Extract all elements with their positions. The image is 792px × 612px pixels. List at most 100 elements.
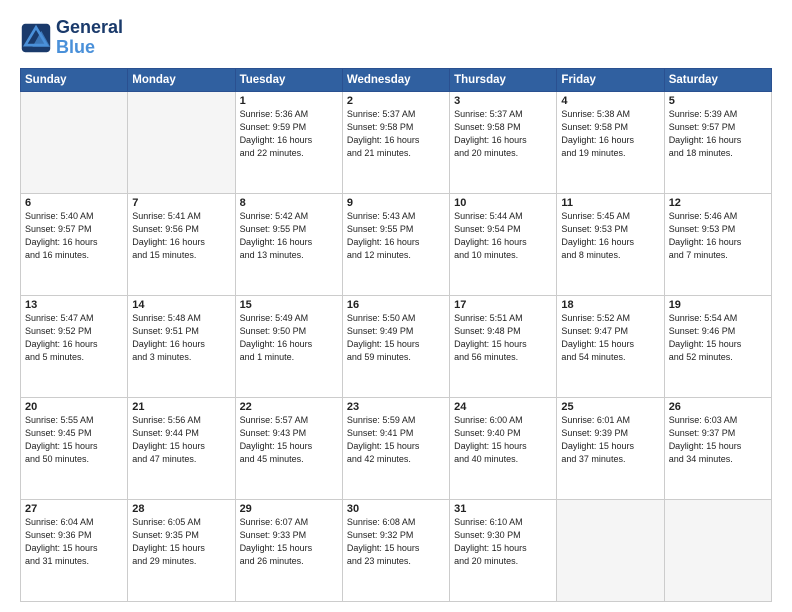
calendar-cell: 1Sunrise: 5:36 AM Sunset: 9:59 PM Daylig… (235, 91, 342, 193)
day-number: 11 (561, 197, 659, 209)
day-number: 12 (669, 197, 767, 209)
weekday-header: Monday (128, 68, 235, 91)
calendar-cell: 20Sunrise: 5:55 AM Sunset: 9:45 PM Dayli… (21, 397, 128, 499)
weekday-header: Wednesday (342, 68, 449, 91)
day-info: Sunrise: 5:38 AM Sunset: 9:58 PM Dayligh… (561, 108, 659, 160)
calendar-cell (664, 499, 771, 601)
calendar-cell: 31Sunrise: 6:10 AM Sunset: 9:30 PM Dayli… (450, 499, 557, 601)
calendar-cell: 4Sunrise: 5:38 AM Sunset: 9:58 PM Daylig… (557, 91, 664, 193)
calendar-week-row: 27Sunrise: 6:04 AM Sunset: 9:36 PM Dayli… (21, 499, 772, 601)
day-number: 9 (347, 197, 445, 209)
day-info: Sunrise: 5:45 AM Sunset: 9:53 PM Dayligh… (561, 210, 659, 262)
day-info: Sunrise: 5:46 AM Sunset: 9:53 PM Dayligh… (669, 210, 767, 262)
day-info: Sunrise: 6:03 AM Sunset: 9:37 PM Dayligh… (669, 414, 767, 466)
day-info: Sunrise: 6:05 AM Sunset: 9:35 PM Dayligh… (132, 516, 230, 568)
calendar-cell: 10Sunrise: 5:44 AM Sunset: 9:54 PM Dayli… (450, 193, 557, 295)
day-info: Sunrise: 5:44 AM Sunset: 9:54 PM Dayligh… (454, 210, 552, 262)
calendar-cell: 30Sunrise: 6:08 AM Sunset: 9:32 PM Dayli… (342, 499, 449, 601)
day-info: Sunrise: 5:37 AM Sunset: 9:58 PM Dayligh… (347, 108, 445, 160)
day-info: Sunrise: 5:47 AM Sunset: 9:52 PM Dayligh… (25, 312, 123, 364)
day-number: 5 (669, 95, 767, 107)
calendar-cell: 3Sunrise: 5:37 AM Sunset: 9:58 PM Daylig… (450, 91, 557, 193)
day-info: Sunrise: 5:42 AM Sunset: 9:55 PM Dayligh… (240, 210, 338, 262)
header: General Blue (20, 18, 772, 58)
logo: General Blue (20, 18, 123, 58)
day-info: Sunrise: 6:04 AM Sunset: 9:36 PM Dayligh… (25, 516, 123, 568)
day-info: Sunrise: 5:56 AM Sunset: 9:44 PM Dayligh… (132, 414, 230, 466)
calendar-cell: 23Sunrise: 5:59 AM Sunset: 9:41 PM Dayli… (342, 397, 449, 499)
day-info: Sunrise: 5:57 AM Sunset: 9:43 PM Dayligh… (240, 414, 338, 466)
day-number: 28 (132, 503, 230, 515)
calendar-cell: 12Sunrise: 5:46 AM Sunset: 9:53 PM Dayli… (664, 193, 771, 295)
calendar-cell: 22Sunrise: 5:57 AM Sunset: 9:43 PM Dayli… (235, 397, 342, 499)
day-number: 6 (25, 197, 123, 209)
day-number: 23 (347, 401, 445, 413)
day-number: 30 (347, 503, 445, 515)
day-number: 1 (240, 95, 338, 107)
day-info: Sunrise: 5:37 AM Sunset: 9:58 PM Dayligh… (454, 108, 552, 160)
calendar-cell: 21Sunrise: 5:56 AM Sunset: 9:44 PM Dayli… (128, 397, 235, 499)
calendar-cell: 2Sunrise: 5:37 AM Sunset: 9:58 PM Daylig… (342, 91, 449, 193)
calendar-cell: 14Sunrise: 5:48 AM Sunset: 9:51 PM Dayli… (128, 295, 235, 397)
day-number: 4 (561, 95, 659, 107)
day-info: Sunrise: 6:01 AM Sunset: 9:39 PM Dayligh… (561, 414, 659, 466)
day-number: 24 (454, 401, 552, 413)
day-info: Sunrise: 5:48 AM Sunset: 9:51 PM Dayligh… (132, 312, 230, 364)
day-info: Sunrise: 6:00 AM Sunset: 9:40 PM Dayligh… (454, 414, 552, 466)
calendar-week-row: 1Sunrise: 5:36 AM Sunset: 9:59 PM Daylig… (21, 91, 772, 193)
calendar-cell: 9Sunrise: 5:43 AM Sunset: 9:55 PM Daylig… (342, 193, 449, 295)
day-number: 10 (454, 197, 552, 209)
logo-icon (20, 22, 52, 54)
calendar-cell: 27Sunrise: 6:04 AM Sunset: 9:36 PM Dayli… (21, 499, 128, 601)
calendar-cell: 29Sunrise: 6:07 AM Sunset: 9:33 PM Dayli… (235, 499, 342, 601)
day-number: 20 (25, 401, 123, 413)
day-number: 29 (240, 503, 338, 515)
day-number: 15 (240, 299, 338, 311)
day-info: Sunrise: 5:49 AM Sunset: 9:50 PM Dayligh… (240, 312, 338, 364)
calendar-cell (557, 499, 664, 601)
day-number: 2 (347, 95, 445, 107)
day-number: 3 (454, 95, 552, 107)
day-number: 7 (132, 197, 230, 209)
day-info: Sunrise: 5:40 AM Sunset: 9:57 PM Dayligh… (25, 210, 123, 262)
page: General Blue SundayMondayTuesdayWednesda… (0, 0, 792, 612)
day-number: 14 (132, 299, 230, 311)
day-info: Sunrise: 5:43 AM Sunset: 9:55 PM Dayligh… (347, 210, 445, 262)
calendar-cell: 7Sunrise: 5:41 AM Sunset: 9:56 PM Daylig… (128, 193, 235, 295)
weekday-header: Sunday (21, 68, 128, 91)
day-number: 18 (561, 299, 659, 311)
calendar-header-row: SundayMondayTuesdayWednesdayThursdayFrid… (21, 68, 772, 91)
day-info: Sunrise: 6:08 AM Sunset: 9:32 PM Dayligh… (347, 516, 445, 568)
calendar-cell: 13Sunrise: 5:47 AM Sunset: 9:52 PM Dayli… (21, 295, 128, 397)
calendar-week-row: 6Sunrise: 5:40 AM Sunset: 9:57 PM Daylig… (21, 193, 772, 295)
calendar-week-row: 20Sunrise: 5:55 AM Sunset: 9:45 PM Dayli… (21, 397, 772, 499)
calendar-cell: 6Sunrise: 5:40 AM Sunset: 9:57 PM Daylig… (21, 193, 128, 295)
day-number: 17 (454, 299, 552, 311)
day-info: Sunrise: 5:59 AM Sunset: 9:41 PM Dayligh… (347, 414, 445, 466)
weekday-header: Tuesday (235, 68, 342, 91)
day-number: 26 (669, 401, 767, 413)
calendar-table: SundayMondayTuesdayWednesdayThursdayFrid… (20, 68, 772, 602)
day-number: 8 (240, 197, 338, 209)
calendar-cell: 17Sunrise: 5:51 AM Sunset: 9:48 PM Dayli… (450, 295, 557, 397)
calendar-cell: 11Sunrise: 5:45 AM Sunset: 9:53 PM Dayli… (557, 193, 664, 295)
day-info: Sunrise: 5:54 AM Sunset: 9:46 PM Dayligh… (669, 312, 767, 364)
day-number: 25 (561, 401, 659, 413)
day-info: Sunrise: 5:39 AM Sunset: 9:57 PM Dayligh… (669, 108, 767, 160)
calendar-cell: 28Sunrise: 6:05 AM Sunset: 9:35 PM Dayli… (128, 499, 235, 601)
calendar-cell: 19Sunrise: 5:54 AM Sunset: 9:46 PM Dayli… (664, 295, 771, 397)
day-info: Sunrise: 5:51 AM Sunset: 9:48 PM Dayligh… (454, 312, 552, 364)
day-number: 31 (454, 503, 552, 515)
day-number: 22 (240, 401, 338, 413)
calendar-cell: 26Sunrise: 6:03 AM Sunset: 9:37 PM Dayli… (664, 397, 771, 499)
day-number: 19 (669, 299, 767, 311)
day-info: Sunrise: 6:07 AM Sunset: 9:33 PM Dayligh… (240, 516, 338, 568)
day-number: 13 (25, 299, 123, 311)
calendar-cell (21, 91, 128, 193)
day-info: Sunrise: 5:41 AM Sunset: 9:56 PM Dayligh… (132, 210, 230, 262)
calendar-cell: 16Sunrise: 5:50 AM Sunset: 9:49 PM Dayli… (342, 295, 449, 397)
day-number: 27 (25, 503, 123, 515)
day-info: Sunrise: 6:10 AM Sunset: 9:30 PM Dayligh… (454, 516, 552, 568)
weekday-header: Friday (557, 68, 664, 91)
calendar-cell: 18Sunrise: 5:52 AM Sunset: 9:47 PM Dayli… (557, 295, 664, 397)
